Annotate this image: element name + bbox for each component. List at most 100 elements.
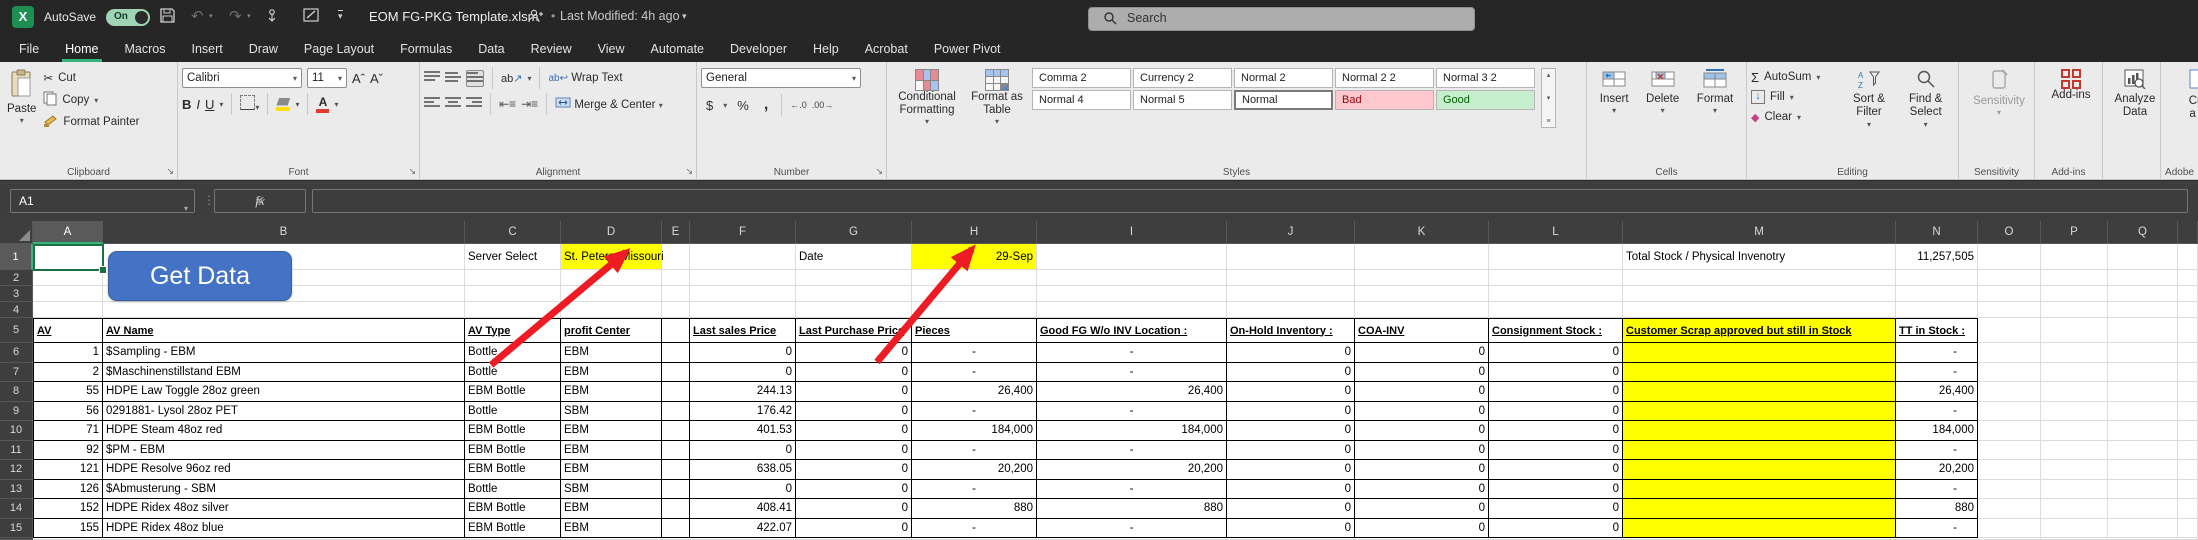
- format-painter-button[interactable]: Format Painter: [43, 111, 139, 133]
- align-bottom-button[interactable]: [466, 70, 484, 87]
- cell-A7[interactable]: 2: [33, 363, 103, 383]
- insert-cells-button[interactable]: Insert ▾: [1597, 67, 1632, 118]
- cell-G9[interactable]: 0: [796, 402, 912, 422]
- column-header-E[interactable]: E: [662, 221, 690, 244]
- cell-E12[interactable]: [662, 460, 690, 480]
- style-chip-currency-2[interactable]: Currency 2: [1133, 68, 1232, 88]
- cell-Q7[interactable]: [2108, 363, 2178, 383]
- cell-G15[interactable]: 0: [796, 519, 912, 539]
- cell-B8[interactable]: HDPE Law Toggle 28oz green: [103, 382, 465, 402]
- cell-K11[interactable]: 0: [1355, 441, 1489, 461]
- cell-R8[interactable]: [2178, 382, 2198, 402]
- column-header-I[interactable]: I: [1037, 221, 1227, 244]
- wrap-text-button[interactable]: ab↩ Wrap Text: [548, 72, 622, 84]
- cell-G12[interactable]: 0: [796, 460, 912, 480]
- tab-insert[interactable]: Insert: [178, 35, 235, 62]
- cell-J3[interactable]: [1227, 286, 1355, 302]
- find-select-button[interactable]: Find & Select ▾: [1897, 67, 1954, 131]
- cell-R7[interactable]: [2178, 363, 2198, 383]
- cell-O3[interactable]: [1978, 286, 2041, 302]
- cell-N8[interactable]: 26,400: [1896, 382, 1978, 402]
- decrease-indent-button[interactable]: ⇤≡: [499, 97, 516, 111]
- name-box[interactable]: A1▾: [10, 189, 195, 213]
- row-header-8[interactable]: 8: [0, 382, 33, 402]
- cell-L14[interactable]: 0: [1489, 499, 1623, 519]
- cell-A5[interactable]: AV: [33, 318, 103, 343]
- column-header-F[interactable]: F: [690, 221, 796, 244]
- cell-P12[interactable]: [2041, 460, 2108, 480]
- cell-H8[interactable]: 26,400: [912, 382, 1037, 402]
- cell-L1[interactable]: [1489, 244, 1623, 270]
- dialog-launcher-icon[interactable]: ↘: [408, 166, 416, 177]
- formula-input[interactable]: [312, 189, 2188, 213]
- cell-C1[interactable]: Server Select: [465, 244, 561, 270]
- cell-E2[interactable]: [662, 270, 690, 286]
- fill-color-button[interactable]: [276, 98, 290, 111]
- cell-C13[interactable]: Bottle: [465, 480, 561, 500]
- sort-filter-button[interactable]: AZ Sort & Filter ▾: [1841, 67, 1898, 131]
- format-cells-button[interactable]: Format ▾: [1694, 67, 1736, 118]
- cell-F2[interactable]: [690, 270, 796, 286]
- tab-automate[interactable]: Automate: [638, 35, 718, 62]
- cell-K5[interactable]: COA-INV: [1355, 318, 1489, 343]
- delete-cells-button[interactable]: Delete ▾: [1643, 67, 1682, 118]
- row-header-6[interactable]: 6: [0, 343, 33, 363]
- tab-page-layout[interactable]: Page Layout: [291, 35, 387, 62]
- clear-button[interactable]: ◆Clear▾: [1751, 107, 1841, 127]
- cell-P8[interactable]: [2041, 382, 2108, 402]
- cell-K8[interactable]: 0: [1355, 382, 1489, 402]
- cell-R12[interactable]: [2178, 460, 2198, 480]
- cell-D13[interactable]: SBM: [561, 480, 662, 500]
- cell-J13[interactable]: 0: [1227, 480, 1355, 500]
- cell-N1[interactable]: 11,257,505: [1896, 244, 1978, 270]
- cell-O8[interactable]: [1978, 382, 2041, 402]
- cell-R9[interactable]: [2178, 402, 2198, 422]
- column-header-C[interactable]: C: [465, 221, 561, 244]
- cell-M11[interactable]: [1623, 441, 1896, 461]
- row-header-14[interactable]: 14: [0, 499, 33, 519]
- cell-N4[interactable]: [1896, 302, 1978, 318]
- cell-P3[interactable]: [2041, 286, 2108, 302]
- cell-N12[interactable]: 20,200: [1896, 460, 1978, 480]
- excel-logo-icon[interactable]: X: [12, 6, 34, 28]
- cell-C4[interactable]: [465, 302, 561, 318]
- cell-O10[interactable]: [1978, 421, 2041, 441]
- cell-A2[interactable]: [33, 270, 103, 286]
- cell-I14[interactable]: 880: [1037, 499, 1227, 519]
- cell-Q5[interactable]: [2108, 318, 2178, 343]
- cell-H12[interactable]: 20,200: [912, 460, 1037, 480]
- cell-G5[interactable]: Last Purchase Price: [796, 318, 912, 343]
- cell-H2[interactable]: [912, 270, 1037, 286]
- tab-macros[interactable]: Macros: [112, 35, 179, 62]
- increase-decimal-button[interactable]: ←.0: [790, 100, 807, 110]
- last-modified-label[interactable]: Last Modified: 4h ago: [560, 9, 680, 23]
- cell-Q10[interactable]: [2108, 421, 2178, 441]
- cell-E5[interactable]: [662, 318, 690, 343]
- row-header-11[interactable]: 11: [0, 441, 33, 461]
- cell-Q11[interactable]: [2108, 441, 2178, 461]
- style-chip-good[interactable]: Good: [1436, 90, 1535, 110]
- align-center-button[interactable]: [445, 97, 461, 112]
- cell-J9[interactable]: 0: [1227, 402, 1355, 422]
- cell-Q15[interactable]: [2108, 519, 2178, 539]
- cell-B12[interactable]: HDPE Resolve 96oz red: [103, 460, 465, 480]
- cell-G6[interactable]: 0: [796, 343, 912, 363]
- cell-P5[interactable]: [2041, 318, 2108, 343]
- cell-E15[interactable]: [662, 519, 690, 539]
- tab-help[interactable]: Help: [800, 35, 852, 62]
- tab-acrobat[interactable]: Acrobat: [852, 35, 921, 62]
- cell-L7[interactable]: 0: [1489, 363, 1623, 383]
- borders-button[interactable]: ▾: [240, 95, 259, 113]
- column-header-P[interactable]: P: [2041, 221, 2108, 244]
- cell-C7[interactable]: Bottle: [465, 363, 561, 383]
- cell-D8[interactable]: EBM: [561, 382, 662, 402]
- cell-I6[interactable]: -: [1037, 343, 1227, 363]
- row-header-3[interactable]: 3: [0, 286, 33, 302]
- column-header-N[interactable]: N: [1896, 221, 1978, 244]
- cell-O9[interactable]: [1978, 402, 2041, 422]
- row-header-7[interactable]: 7: [0, 363, 33, 383]
- conditional-formatting-button[interactable]: Conditional Formatting ▾: [891, 67, 963, 129]
- analyze-data-button[interactable]: Analyze Data: [2107, 67, 2163, 122]
- cell-H3[interactable]: [912, 286, 1037, 302]
- row-header-10[interactable]: 10: [0, 421, 33, 441]
